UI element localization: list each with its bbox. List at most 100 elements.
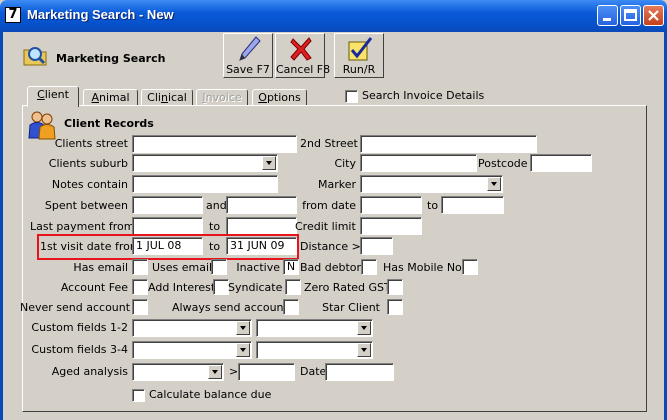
last-payment-to-input[interactable] <box>226 217 297 235</box>
distance-input[interactable] <box>360 237 393 255</box>
to-label: to <box>427 199 439 212</box>
has-email-field[interactable] <box>132 259 148 275</box>
tab-client[interactable]: Client <box>27 86 79 107</box>
from-date-input[interactable] <box>360 196 422 214</box>
custom-field-4-select[interactable] <box>256 341 373 359</box>
spent-between-label: Spent between <box>44 199 128 212</box>
section-label: Marketing Search <box>56 52 166 65</box>
chevron-down-icon[interactable] <box>357 343 371 357</box>
custom-fields-3-4-label: Custom fields 3-4 <box>31 343 128 356</box>
red-x-icon <box>290 37 312 61</box>
postcode-input[interactable] <box>530 154 592 172</box>
clients-street-label: Clients street <box>54 137 128 150</box>
star-client-field[interactable] <box>387 299 403 315</box>
second-street-label: 2nd Street <box>300 137 358 150</box>
notes-contain-label: Notes contain <box>51 178 128 191</box>
minimize-button[interactable] <box>597 5 618 26</box>
credit-limit-input[interactable] <box>360 217 422 235</box>
cancel-button-label: Cancel F8 <box>276 63 331 76</box>
chevron-down-icon[interactable] <box>262 156 276 170</box>
minimize-icon <box>603 18 611 21</box>
calculate-balance-due-label: Calculate balance due <box>149 388 272 401</box>
tab-clinical[interactable]: Clinical <box>141 89 193 106</box>
bad-debtor-field[interactable] <box>361 259 377 275</box>
uses-email-field[interactable] <box>211 259 227 275</box>
never-send-account-label: Never send account <box>20 301 131 314</box>
second-street-input[interactable] <box>360 135 537 153</box>
calculate-balance-due-checkbox[interactable] <box>132 389 145 402</box>
account-fee-label: Account Fee <box>60 281 128 294</box>
save-button[interactable]: Save F7 <box>223 33 273 78</box>
window-frame-left <box>0 32 3 420</box>
has-mobile-no-field[interactable] <box>462 259 478 275</box>
from-date-label: from date <box>302 199 356 212</box>
to-label: to <box>209 220 221 233</box>
inactive-label: Inactive <box>236 261 280 274</box>
never-send-account-field[interactable] <box>132 299 148 315</box>
maximize-icon <box>624 9 637 21</box>
aged-analysis-amount-input[interactable] <box>238 363 295 381</box>
tab-animal[interactable]: Animal <box>83 89 138 106</box>
custom-field-1-select[interactable] <box>132 319 252 337</box>
add-interest-label: Add Interest <box>148 281 216 294</box>
tab-invoice: Invoice <box>196 89 248 106</box>
to-date-input[interactable] <box>441 196 504 214</box>
account-fee-field[interactable] <box>132 279 148 295</box>
close-icon <box>648 10 659 21</box>
chevron-down-icon[interactable] <box>208 365 222 379</box>
app-icon[interactable]: 7 <box>5 7 21 23</box>
tab-options[interactable]: Options <box>252 89 307 106</box>
custom-field-2-select[interactable] <box>256 319 373 337</box>
window-title: Marketing Search - New <box>27 7 174 22</box>
postcode-label: Postcode <box>478 157 528 170</box>
search-invoice-details-checkbox[interactable] <box>345 90 358 103</box>
inactive-field[interactable]: N <box>283 259 299 275</box>
marker-select[interactable] <box>360 175 503 193</box>
greater-than-label: > <box>229 365 239 378</box>
credit-limit-label: Credit limit > <box>295 220 369 233</box>
clients-suburb-label: Clients suburb <box>48 157 128 170</box>
close-button[interactable] <box>643 5 664 26</box>
add-interest-field[interactable] <box>213 279 229 295</box>
client-records-heading: Client Records <box>64 117 154 130</box>
bad-debtor-label: Bad debtor <box>300 261 362 274</box>
checkmark-icon <box>348 37 373 61</box>
and-label: and <box>206 199 227 212</box>
syndicate-label: Syndicate <box>228 281 283 294</box>
chevron-down-icon[interactable] <box>236 321 250 335</box>
chevron-down-icon[interactable] <box>357 321 371 335</box>
aged-analysis-select[interactable] <box>132 363 224 381</box>
distance-label: Distance > <box>300 240 361 253</box>
save-button-label: Save F7 <box>226 63 270 76</box>
chevron-down-icon[interactable] <box>236 343 250 357</box>
chevron-down-icon[interactable] <box>487 177 501 191</box>
last-payment-from-label: Last payment from <box>30 220 135 233</box>
spent-from-input[interactable] <box>132 196 203 214</box>
clients-suburb-select[interactable] <box>132 154 278 172</box>
syndicate-field[interactable] <box>285 279 301 295</box>
search-invoice-details-label: Search Invoice Details <box>362 89 485 102</box>
city-input[interactable] <box>360 154 477 172</box>
clients-street-input[interactable] <box>132 135 297 153</box>
cancel-button[interactable]: Cancel F8 <box>275 33 331 78</box>
last-payment-from-input[interactable] <box>132 217 203 235</box>
magnifier-folder-icon <box>23 47 47 66</box>
aged-analysis-date-input[interactable] <box>325 363 394 381</box>
aged-analysis-label: Aged analysis <box>51 365 128 378</box>
maximize-button[interactable] <box>620 5 641 26</box>
zero-rated-gst-label: Zero Rated GST <box>304 281 391 294</box>
notes-contain-input[interactable] <box>132 175 278 193</box>
custom-fields-1-2-label: Custom fields 1-2 <box>31 321 128 334</box>
spent-to-input[interactable] <box>226 196 297 214</box>
run-button-label: Run/R <box>342 63 376 76</box>
always-send-account-label: Always send account <box>172 301 288 314</box>
star-client-label: Star Client <box>322 301 380 314</box>
always-send-account-field[interactable] <box>283 299 299 315</box>
marker-label: Marker <box>317 178 356 191</box>
run-button[interactable]: Run/R <box>334 33 384 78</box>
highlight-box <box>37 234 299 260</box>
custom-field-3-select[interactable] <box>132 341 252 359</box>
date-label: Date <box>300 365 327 378</box>
has-email-label: Has email <box>73 261 128 274</box>
zero-rated-gst-field[interactable] <box>387 279 403 295</box>
